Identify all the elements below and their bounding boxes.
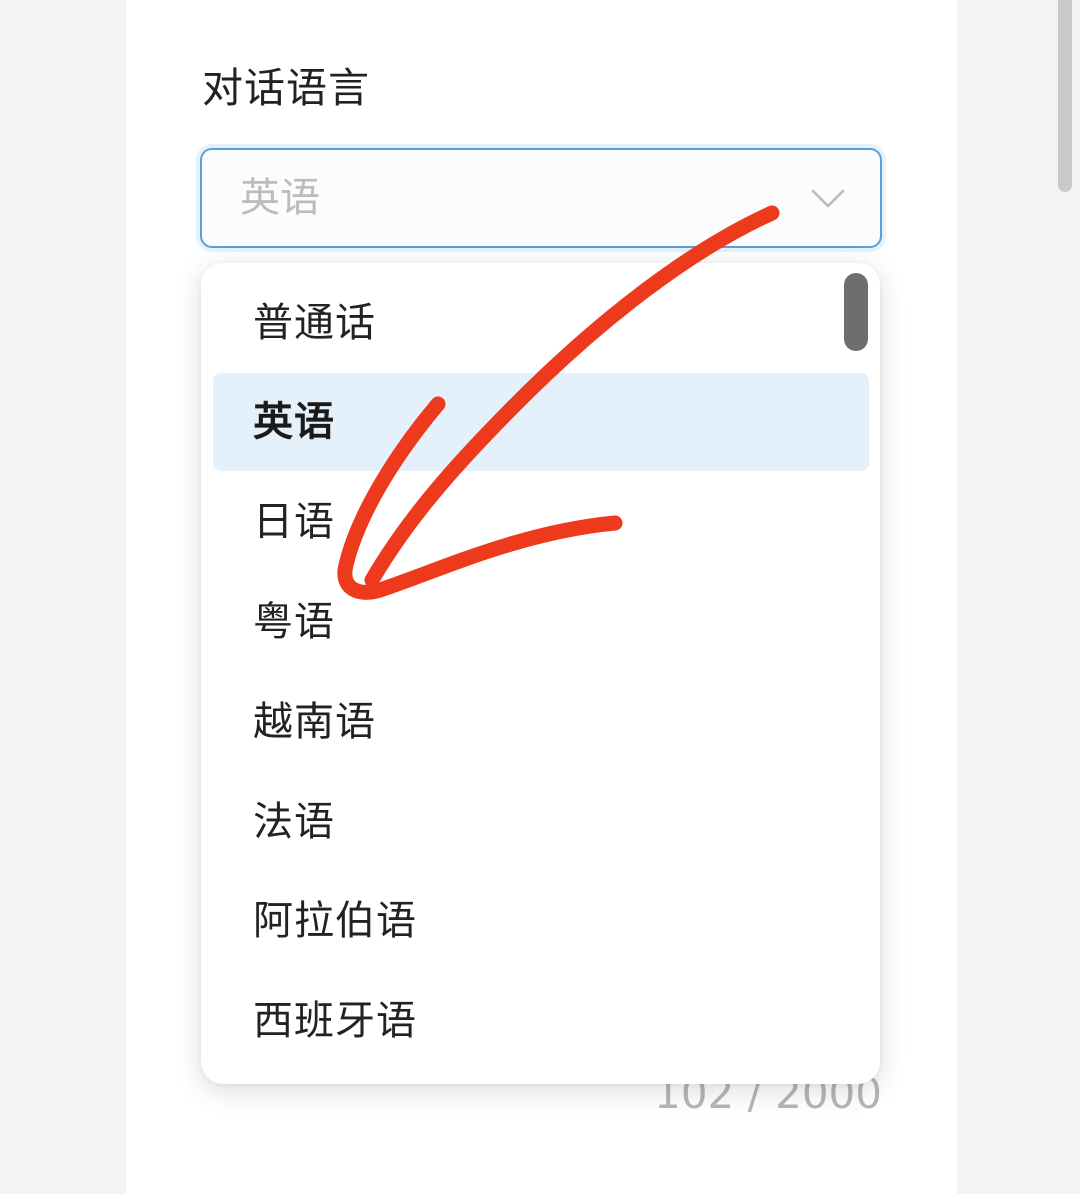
dropdown-option-arabic[interactable]: 阿拉伯语 bbox=[213, 872, 869, 970]
dropdown-option-spanish[interactable]: 西班牙语 bbox=[213, 972, 869, 1070]
language-dropdown-menu: 普通话 英语 日语 粤语 越南语 法语 阿拉伯语 西班牙语 bbox=[201, 263, 880, 1084]
language-select[interactable]: 英语 bbox=[200, 148, 882, 248]
dropdown-option-japanese[interactable]: 日语 bbox=[213, 473, 869, 571]
dropdown-option-french[interactable]: 法语 bbox=[213, 773, 869, 871]
conversation-language-label: 对话语言 bbox=[202, 64, 370, 112]
language-select-value: 英语 bbox=[240, 175, 320, 221]
chevron-down-icon bbox=[811, 189, 845, 208]
dropdown-option-english[interactable]: 英语 bbox=[213, 373, 869, 471]
dropdown-option-vietnamese[interactable]: 越南语 bbox=[213, 673, 869, 771]
dropdown-scrollbar-thumb[interactable] bbox=[844, 273, 868, 351]
page-scrollbar[interactable] bbox=[1058, 0, 1072, 192]
dropdown-option-cantonese[interactable]: 粤语 bbox=[213, 573, 869, 671]
dropdown-option-mandarin[interactable]: 普通话 bbox=[213, 274, 869, 372]
